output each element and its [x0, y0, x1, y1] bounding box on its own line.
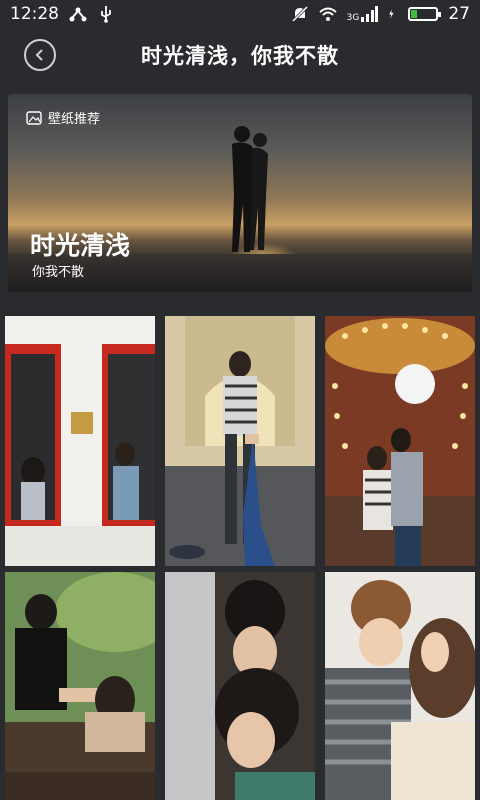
- banner-subtitle: 你我不散: [32, 265, 85, 280]
- status-bar: 12:28 3G 27: [0, 0, 480, 28]
- status-time: 12:28: [10, 4, 59, 24]
- wallpaper-tile[interactable]: [165, 572, 315, 800]
- wallpaper-icon: [26, 110, 42, 125]
- mute-icon: [291, 5, 308, 23]
- wallpaper-tile[interactable]: [5, 572, 155, 800]
- featured-banner[interactable]: 壁纸推荐 时光清浅 你我不散: [8, 94, 472, 292]
- network-type-label: 3G: [346, 13, 360, 23]
- back-button[interactable]: [24, 39, 56, 71]
- battery-fill: [411, 10, 418, 18]
- page-title: 时光清浅，你我不散: [141, 44, 339, 68]
- couple-silhouette: [232, 126, 268, 252]
- back-arrow-icon: [35, 49, 43, 61]
- couple-cafe-table-image: [5, 572, 155, 800]
- wallpaper-grid: [0, 316, 480, 800]
- banner-tag: 壁纸推荐: [26, 108, 100, 127]
- couple-sweater-hug-image: [325, 572, 475, 800]
- banner-title: 时光清浅: [30, 231, 131, 260]
- wallpaper-tile[interactable]: [5, 316, 155, 566]
- couple-window-pose-image: [165, 572, 315, 800]
- battery-level: 27: [448, 4, 470, 24]
- wifi-icon: [318, 7, 337, 21]
- wallpaper-tile[interactable]: [325, 572, 475, 800]
- holding-hands-street-image: [165, 316, 315, 566]
- app-header: 时光清浅，你我不散: [0, 28, 480, 82]
- signal-icon: [361, 6, 379, 22]
- carousel-kiss-image: [325, 316, 475, 566]
- charging-icon: [389, 9, 394, 19]
- wallpaper-tile[interactable]: [165, 316, 315, 566]
- battery-icon: [408, 7, 442, 21]
- network-share-icon: [69, 7, 87, 22]
- banner-tag-label: 壁纸推荐: [48, 112, 101, 127]
- wallpaper-tile[interactable]: [325, 316, 475, 566]
- usb-icon: [101, 6, 111, 23]
- couple-red-windows-image: [5, 316, 155, 566]
